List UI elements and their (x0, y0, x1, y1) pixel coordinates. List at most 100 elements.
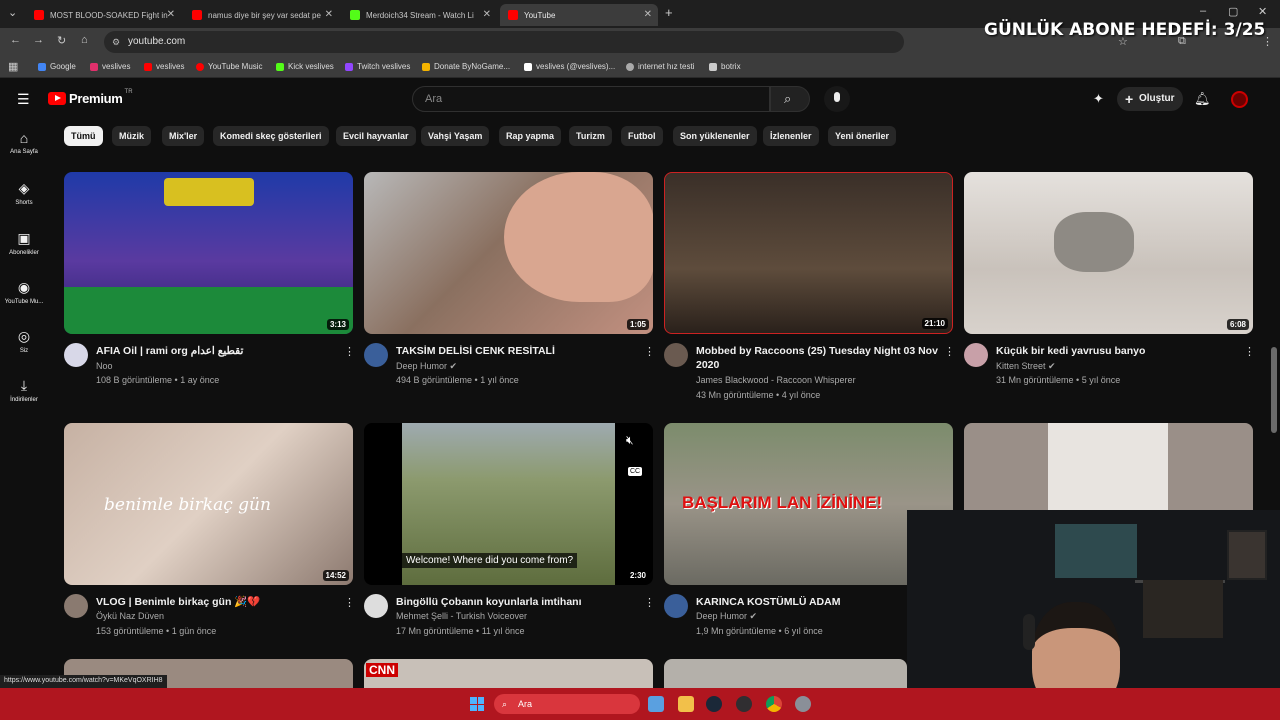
channel-avatar[interactable] (664, 343, 688, 367)
chip-pets[interactable]: Evcil hayvanlar (336, 126, 416, 146)
chip-recent[interactable]: Son yüklenenler (673, 126, 757, 146)
file-explorer-icon[interactable] (678, 696, 694, 712)
channel-name[interactable]: James Blackwood - Raccoon Whisperer (696, 375, 856, 385)
video-menu-icon[interactable]: ⋮ (644, 345, 655, 358)
browser-tab-2[interactable]: namus diye bir şey var sedat pe ✕ (184, 4, 339, 26)
steam-icon[interactable] (706, 696, 722, 712)
close-window-icon[interactable]: ✕ (1258, 5, 1267, 18)
video-thumbnail[interactable]: 1:05 (364, 172, 653, 334)
chip-tourism[interactable]: Turizm (569, 126, 612, 146)
maximize-icon[interactable]: ▢ (1228, 5, 1238, 18)
youtube-premium-logo[interactable]: Premium TR (48, 89, 133, 106)
channel-avatar[interactable] (664, 594, 688, 618)
channel-name[interactable]: Kitten Street ✔ (996, 361, 1056, 372)
bookmark-tiktok[interactable]: veslives (@veslives)... (524, 62, 615, 71)
sidebar-item-subscriptions[interactable]: ▣ Abonelikler (0, 230, 48, 256)
chip-rap[interactable]: Rap yapma (499, 126, 562, 146)
task-view-icon[interactable] (648, 696, 664, 712)
channel-avatar[interactable] (964, 343, 988, 367)
channel-avatar[interactable] (364, 594, 388, 618)
settings-icon[interactable] (795, 696, 811, 712)
channel-name[interactable]: Öykü Naz Düven (96, 611, 164, 621)
video-thumbnail[interactable]: 6:08 (964, 172, 1253, 334)
video-thumbnail[interactable]: 3:13 (64, 172, 353, 334)
channel-name[interactable]: Noo (96, 361, 113, 371)
video-menu-icon[interactable]: ⋮ (944, 345, 955, 358)
new-tab-icon[interactable]: + (665, 5, 673, 20)
mute-icon[interactable]: 🔇︎ (626, 433, 634, 448)
minimize-icon[interactable]: – (1200, 5, 1206, 17)
obs-icon[interactable] (736, 696, 752, 712)
bookmark-botrix[interactable]: botrix (709, 62, 741, 71)
address-bar[interactable]: ⚙ youtube.com (104, 31, 904, 53)
chip-comedy[interactable]: Komedi skeç gösterileri (213, 126, 329, 146)
close-tab-icon[interactable]: ✕ (644, 9, 652, 20)
video-title[interactable]: KARINCA KOSTÜMLÜ ADAM (696, 595, 840, 609)
video-title-line2[interactable]: 2020 (696, 358, 719, 372)
search-button[interactable]: ⌕ (770, 86, 810, 112)
sidebar-item-shorts[interactable]: ◈ Shorts (0, 180, 48, 206)
close-tab-icon[interactable]: ✕ (325, 9, 333, 20)
channel-name[interactable]: Deep Humor ✔ (396, 361, 457, 372)
tab-list-chevron-icon[interactable]: ⌄ (8, 6, 17, 19)
browser-tab-active[interactable]: YouTube ✕ (500, 4, 658, 26)
bookmark-speedtest[interactable]: internet hız testi (626, 62, 694, 71)
video-title[interactable]: TAKSİM DELİSİ CENK RESİTALİ (396, 344, 555, 358)
bookmark-youtube-music[interactable]: YouTube Music (196, 62, 263, 71)
video-menu-icon[interactable]: ⋮ (1244, 345, 1255, 358)
chip-football[interactable]: Futbol (621, 126, 663, 146)
browser-tab-1[interactable]: MOST BLOOD-SOAKED Fight in ✕ (26, 4, 181, 26)
hamburger-menu-icon[interactable]: ☰ (17, 91, 30, 108)
taskbar-search[interactable]: ⌕ Ara (494, 694, 640, 714)
home-icon[interactable]: ⌂ (81, 34, 88, 46)
chip-watched[interactable]: İzlenenler (763, 126, 819, 146)
sidebar-item-home[interactable]: ⌂ Ana Sayfa (0, 130, 48, 155)
bookmark-donate[interactable]: Donate ByNoGame... (422, 62, 510, 71)
close-tab-icon[interactable]: ✕ (483, 9, 491, 20)
sidebar-item-you[interactable]: ◎ Siz (0, 328, 48, 354)
apps-grid-icon[interactable]: ▦ (8, 60, 18, 73)
bookmark-instagram[interactable]: veslives (90, 62, 130, 71)
bookmark-google[interactable]: Google (38, 62, 76, 71)
chrome-icon[interactable] (766, 696, 782, 712)
video-menu-icon[interactable]: ⋮ (344, 345, 355, 358)
chip-wildlife[interactable]: Vahşi Yaşam (421, 126, 490, 146)
channel-name[interactable]: Mehmet Şelli - Turkish Voiceover (396, 611, 527, 621)
channel-avatar[interactable] (64, 594, 88, 618)
bookmark-kick[interactable]: Kick veslives (276, 62, 334, 71)
start-button[interactable] (470, 697, 484, 711)
video-title[interactable]: Küçük bir kedi yavrusu banyo (996, 344, 1145, 358)
video-menu-icon[interactable]: ⋮ (644, 596, 655, 609)
browser-tab-3[interactable]: Merdoich34 Stream - Watch Li ✕ (342, 4, 497, 26)
video-title[interactable]: Bingöllü Çobanın koyunlarla imtihanı (396, 595, 582, 609)
channel-avatar[interactable] (64, 343, 88, 367)
notifications-bell-icon[interactable]: 🔔︎ (1194, 91, 1211, 107)
chip-new[interactable]: Yeni öneriler (828, 126, 897, 146)
create-button[interactable]: + Oluştur (1117, 87, 1183, 111)
account-avatar[interactable] (1231, 91, 1248, 108)
video-menu-icon[interactable]: ⋮ (344, 596, 355, 609)
voice-search-button[interactable] (824, 86, 850, 112)
search-input[interactable]: Ara (412, 86, 770, 112)
video-thumbnail[interactable]: benimle birkaç gün 14:52 (64, 423, 353, 585)
chip-all[interactable]: Tümü (64, 126, 103, 146)
channel-avatar[interactable] (364, 343, 388, 367)
captions-icon[interactable]: CC (628, 467, 643, 476)
video-preview-player[interactable]: 🔇︎ CC Welcome! Where did you come from? … (364, 423, 653, 585)
forward-icon[interactable]: → (33, 34, 44, 46)
bookmark-youtube[interactable]: veslives (144, 62, 184, 71)
bookmark-twitch[interactable]: Twitch veslives (345, 62, 410, 71)
chip-music[interactable]: Müzik (112, 126, 152, 146)
channel-name[interactable]: Deep Humor ✔ (696, 611, 757, 622)
page-scrollbar[interactable] (1271, 347, 1277, 433)
video-thumbnail[interactable]: 21:10 (664, 172, 953, 334)
gift-icon[interactable]: ✦ (1093, 91, 1104, 107)
close-tab-icon[interactable]: ✕ (167, 9, 175, 20)
video-title[interactable]: AFIA Oil | rami org تقطيع اعدام (96, 344, 243, 358)
video-title[interactable]: Mobbed by Raccoons (25) Tuesday Night 03… (696, 344, 938, 358)
reload-icon[interactable]: ↻ (57, 34, 66, 47)
sidebar-item-downloads[interactable]: ⤓ İndirilenler (0, 377, 48, 403)
chip-mixes[interactable]: Mix'ler (162, 126, 205, 146)
sidebar-item-youtube-music[interactable]: ◉ YouTube Mu... (0, 279, 48, 305)
site-info-icon[interactable]: ⚙ (112, 31, 120, 53)
